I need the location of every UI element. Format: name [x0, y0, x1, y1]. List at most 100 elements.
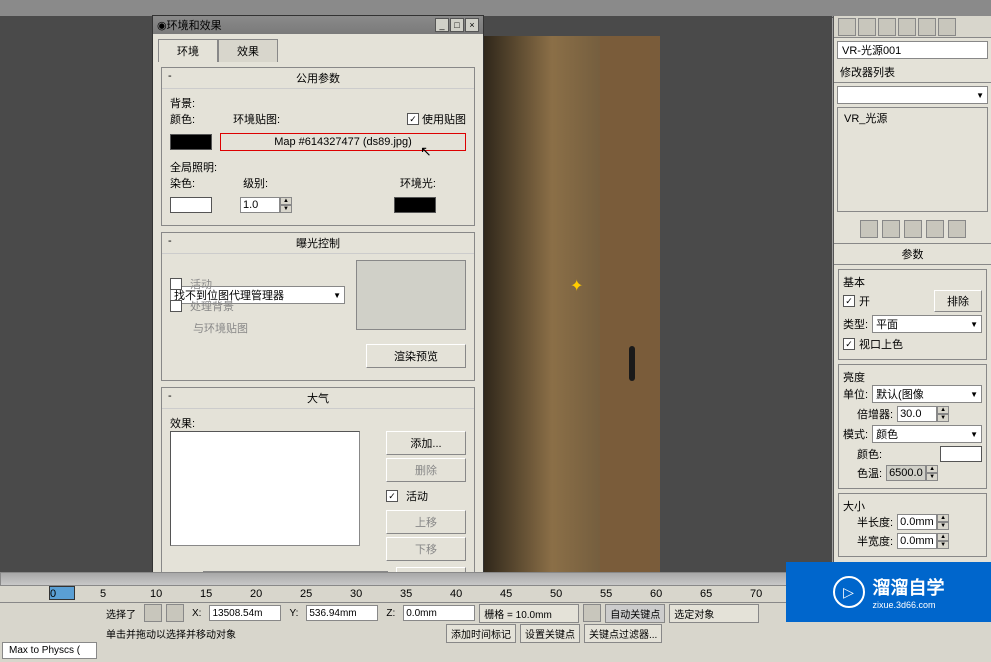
- level-label: 级别:: [243, 175, 268, 191]
- active-checkbox[interactable]: [170, 278, 182, 290]
- color-temp-spinner[interactable]: ▲▼: [886, 465, 938, 481]
- close-button[interactable]: ×: [465, 18, 479, 32]
- app-icon: ◉: [157, 19, 167, 32]
- light-gizmo[interactable]: ✦: [570, 276, 583, 296]
- use-map-label: 使用贴图: [422, 111, 466, 127]
- dialog-titlebar[interactable]: ◉ 环境和效果 _ □ ×: [153, 16, 483, 34]
- spin-up-icon[interactable]: ▲: [280, 197, 292, 205]
- render-preview-button[interactable]: 渲染预览: [366, 344, 466, 368]
- background-color-swatch[interactable]: [170, 134, 212, 150]
- rollout-toggle-icon: -: [168, 390, 172, 402]
- viewport-color-checkbox[interactable]: [843, 338, 855, 350]
- render-preview: [480, 36, 660, 581]
- exclude-button[interactable]: 排除: [934, 290, 982, 312]
- env-map-button[interactable]: Map #614327477 (ds89.jpg): [220, 133, 466, 151]
- z-input[interactable]: [403, 605, 475, 621]
- minimize-button[interactable]: _: [435, 18, 449, 32]
- level-input[interactable]: [240, 197, 280, 213]
- time-tag-button[interactable]: 添加时间标记: [446, 624, 516, 643]
- create-tab-icon[interactable]: [838, 18, 856, 36]
- half-length-spinner[interactable]: ▲▼: [897, 514, 949, 530]
- tick-label: 70: [750, 588, 762, 600]
- watermark: ▷ 溜溜自学 zixue.3d66.com: [786, 562, 991, 622]
- use-map-checkbox[interactable]: [407, 113, 419, 125]
- move-up-button[interactable]: 上移: [386, 510, 466, 534]
- utilities-tab-icon[interactable]: [938, 18, 956, 36]
- size-group: 大小 半长度: ▲▼ 半宽度: ▲▼: [838, 493, 987, 557]
- delete-button[interactable]: 删除: [386, 458, 466, 482]
- tick-label: 35: [400, 588, 412, 600]
- basic-label: 基本: [843, 274, 982, 290]
- door-frame: [600, 36, 660, 581]
- x-input[interactable]: [209, 605, 281, 621]
- timeline[interactable]: 051015202530354045505560657075: [0, 572, 832, 602]
- stack-toolbar: [834, 215, 991, 243]
- y-input[interactable]: [306, 605, 378, 621]
- selected-object[interactable]: 选定对象: [669, 604, 759, 623]
- lock-icon[interactable]: [144, 604, 162, 622]
- atmos-active-checkbox[interactable]: [386, 490, 398, 502]
- modifier-dropdown[interactable]: ▼: [837, 86, 988, 104]
- rollout-header-common[interactable]: - 公用参数: [162, 68, 474, 89]
- half-width-spinner[interactable]: ▲▼: [897, 533, 949, 549]
- multiplier-spinner[interactable]: ▲▼: [897, 406, 949, 422]
- tick-label: 15: [200, 588, 212, 600]
- tick-label: 10: [150, 588, 162, 600]
- play-icon[interactable]: [583, 604, 601, 622]
- modifier-item[interactable]: VR_光源: [838, 108, 987, 128]
- tick-label: 60: [650, 588, 662, 600]
- light-color-swatch[interactable]: [940, 446, 982, 462]
- process-bg-checkbox[interactable]: [170, 300, 182, 312]
- global-light-label: 全局照明:: [170, 159, 466, 175]
- rollout-common-params: - 公用参数 背景: 颜色: 环境贴图: 使用贴图 Map #614327477…: [161, 67, 475, 226]
- mode-dropdown[interactable]: 颜色▼: [872, 425, 982, 443]
- display-tab-icon[interactable]: [918, 18, 936, 36]
- basic-group: 基本 开 排除 类型: 平面▼ 视口上色: [838, 269, 987, 360]
- tick-label: 45: [500, 588, 512, 600]
- rollout-header-exposure[interactable]: - 曝光控制: [162, 233, 474, 254]
- spin-down-icon[interactable]: ▼: [280, 205, 292, 213]
- unique-icon[interactable]: [904, 220, 922, 238]
- tick-label: 40: [450, 588, 462, 600]
- hint-text: 单击并拖动以选择并移动对象: [102, 625, 442, 642]
- tint-label: 染色:: [170, 175, 195, 191]
- tab-effects[interactable]: 效果: [218, 39, 278, 62]
- object-name-input[interactable]: VR-光源001: [837, 41, 988, 59]
- effects-listbox[interactable]: [170, 431, 360, 546]
- play-logo-icon: ▷: [833, 576, 865, 608]
- tick-label: 25: [300, 588, 312, 600]
- add-button[interactable]: 添加...: [386, 431, 466, 455]
- timeline-track[interactable]: [0, 572, 832, 586]
- unit-dropdown[interactable]: 默认(图像▼: [872, 385, 982, 403]
- motion-tab-icon[interactable]: [898, 18, 916, 36]
- remove-modifier-icon[interactable]: [926, 220, 944, 238]
- tab-environment[interactable]: 环境: [158, 39, 218, 62]
- script-listener[interactable]: Max to Physcs (: [2, 642, 97, 659]
- rollout-header-atmosphere[interactable]: - 大气: [162, 388, 474, 409]
- tick-label: 20: [250, 588, 262, 600]
- timeline-ruler: 051015202530354045505560657075: [0, 586, 832, 600]
- modify-tab-icon[interactable]: [858, 18, 876, 36]
- on-checkbox[interactable]: [843, 295, 855, 307]
- effects-label: 效果:: [170, 415, 466, 431]
- maximize-button[interactable]: □: [450, 18, 464, 32]
- ambient-label: 环境光:: [400, 175, 436, 191]
- hierarchy-tab-icon[interactable]: [878, 18, 896, 36]
- pin-stack-icon[interactable]: [860, 220, 878, 238]
- type-dropdown[interactable]: 平面▼: [872, 315, 982, 333]
- tint-color-swatch[interactable]: [170, 197, 212, 213]
- show-result-icon[interactable]: [882, 220, 900, 238]
- set-key-button[interactable]: 设置关键点: [520, 624, 580, 643]
- exposure-preview: [356, 260, 466, 330]
- params-rollout-header[interactable]: 参数: [834, 243, 991, 265]
- configure-icon[interactable]: [948, 220, 966, 238]
- ambient-color-swatch[interactable]: [394, 197, 436, 213]
- coord-icon[interactable]: [166, 604, 184, 622]
- key-filter-button[interactable]: 关键点过滤器...: [584, 624, 662, 643]
- modifier-stack[interactable]: VR_光源: [837, 107, 988, 212]
- move-down-button[interactable]: 下移: [386, 537, 466, 561]
- level-spinner[interactable]: ▲ ▼: [240, 197, 292, 213]
- auto-key-button[interactable]: 自动关键点: [605, 604, 665, 623]
- env-map-label: 环境贴图:: [233, 111, 280, 127]
- modifier-list-label: 修改器列表: [834, 62, 991, 83]
